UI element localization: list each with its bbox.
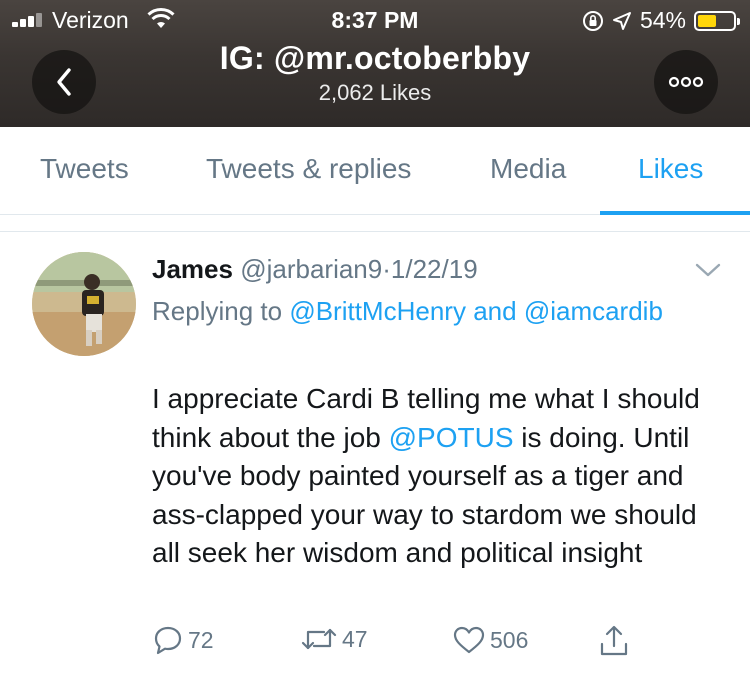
retweet-button[interactable]: 47 — [300, 624, 368, 654]
share-icon — [600, 625, 628, 656]
avatar-photo — [32, 252, 136, 356]
meta-separator: · — [382, 254, 391, 284]
author-name[interactable]: James — [152, 254, 233, 284]
tweet-card[interactable]: James @jarbarian9·1/22/19 Replying to @B… — [0, 232, 750, 680]
profile-tabs: Tweets Tweets & replies Media Likes — [0, 127, 750, 215]
reply-icon — [154, 626, 182, 655]
status-bar: Verizon 8:37 PM 54% — [0, 0, 750, 40]
replying-and[interactable]: and — [473, 296, 516, 326]
battery-icon — [694, 10, 740, 31]
reply-button[interactable]: 72 — [152, 624, 214, 656]
tab-tweets-and-replies[interactable]: Tweets & replies — [206, 153, 411, 185]
share-button[interactable] — [598, 624, 630, 658]
like-button[interactable]: 506 — [452, 624, 528, 656]
more-options-button[interactable] — [654, 50, 718, 114]
more-icon — [668, 76, 704, 88]
mention-link[interactable]: @POTUS — [389, 422, 514, 453]
rotation-lock-icon — [582, 10, 603, 31]
mention-link[interactable]: @BrittMcHenry — [289, 296, 466, 326]
heart-icon — [453, 626, 485, 654]
tab-tweets[interactable]: Tweets — [40, 153, 129, 185]
retweet-icon — [301, 628, 337, 650]
replying-to-label: Replying to — [152, 296, 283, 326]
chevron-down-icon[interactable] — [694, 260, 722, 280]
back-button[interactable] — [32, 50, 96, 114]
mention-link[interactable]: @iamcardib — [524, 296, 663, 326]
tab-media[interactable]: Media — [490, 153, 566, 185]
tweet-actions: 72 47 506 — [152, 624, 652, 664]
profile-title: IG: @mr.octoberbby — [219, 40, 531, 76]
replying-to: Replying to @BrittMcHenry and @iamcardib — [152, 292, 672, 330]
retweet-count: 47 — [342, 625, 368, 652]
battery-percent: 54% — [639, 7, 686, 33]
likes-count-subtitle: 2,062 Likes — [318, 80, 432, 105]
author-handle[interactable]: @jarbarian9 — [240, 254, 382, 284]
divider — [0, 215, 750, 232]
reply-count: 72 — [188, 626, 214, 653]
tab-likes[interactable]: Likes — [638, 153, 703, 185]
chevron-left-icon — [57, 68, 71, 96]
tweet-text: I appreciate Cardi B telling me what I s… — [152, 380, 732, 573]
tweet-header: James @jarbarian9·1/22/19 — [152, 254, 478, 285]
like-count: 506 — [490, 626, 529, 653]
location-icon — [612, 11, 631, 30]
profile-header: Verizon 8:37 PM 54% IG: @mr.octoberbby 2… — [0, 0, 750, 127]
tweet-date: 1/22/19 — [390, 254, 478, 284]
avatar[interactable] — [32, 252, 136, 356]
